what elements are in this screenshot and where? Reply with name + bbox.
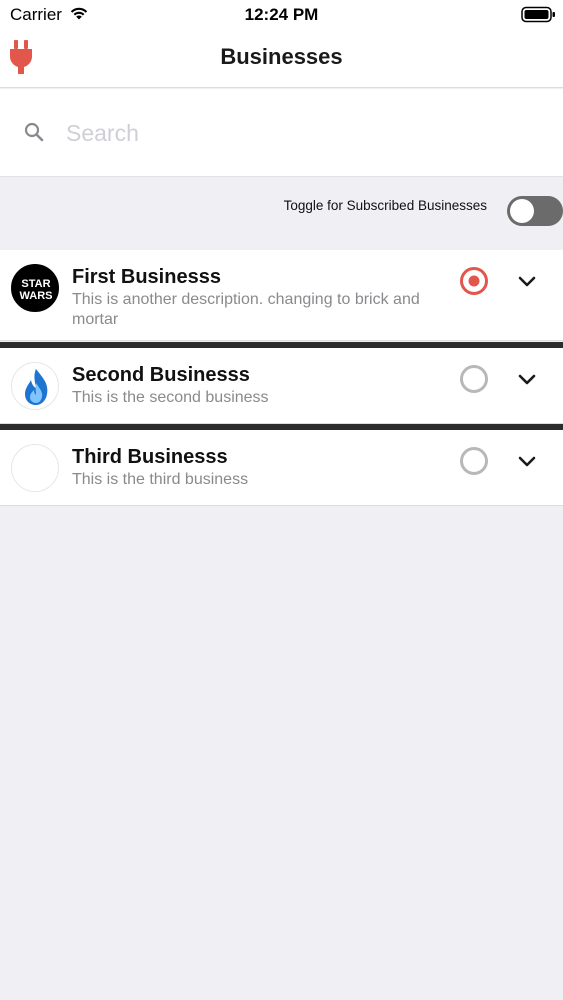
business-logo [11,444,59,492]
business-name: Third Businesss [72,446,228,468]
business-logo: STAR WARS [11,264,59,312]
search-input[interactable] [64,115,524,151]
subscribed-radio-icon[interactable] [458,265,490,297]
business-description: This is another description. changing to… [72,291,420,328]
blank-logo [12,445,58,491]
business-row[interactable]: Second Businesss This is the second busi… [0,342,563,424]
navigation-bar: Businesses [0,30,563,88]
chevron-down-icon[interactable] [517,275,537,289]
page-title: Businesses [220,44,343,69]
chevron-down-icon[interactable] [517,455,537,469]
search-bar [0,89,563,177]
battery-icon [521,6,555,23]
business-description: This is the second business [72,389,269,406]
business-name: First Businesss [72,266,221,288]
toggle-knob [510,199,534,223]
svg-text:WARS: WARS [20,290,53,302]
unsubscribed-radio-icon[interactable] [458,445,490,477]
svg-text:STAR: STAR [21,278,50,290]
subscribed-toggle-label: Toggle for Subscribed Businesses [283,198,487,213]
unsubscribed-radio-icon[interactable] [458,363,490,395]
status-time: 12:24 PM [244,5,319,24]
business-name: Second Businesss [72,364,250,386]
search-icon [24,122,44,142]
business-row[interactable]: STAR WARS First Businesss This is anothe… [0,250,563,341]
blue-flame-logo [12,363,58,409]
subscribed-toggle[interactable] [507,196,563,226]
chevron-down-icon[interactable] [517,373,537,387]
business-logo [11,362,59,410]
star-wars-logo: STAR WARS [12,265,58,311]
business-description: This is the third business [72,471,249,488]
status-bar: Carrier 12:24 PM [0,0,563,30]
business-row[interactable]: Third Businesss This is the third busine… [0,424,563,506]
